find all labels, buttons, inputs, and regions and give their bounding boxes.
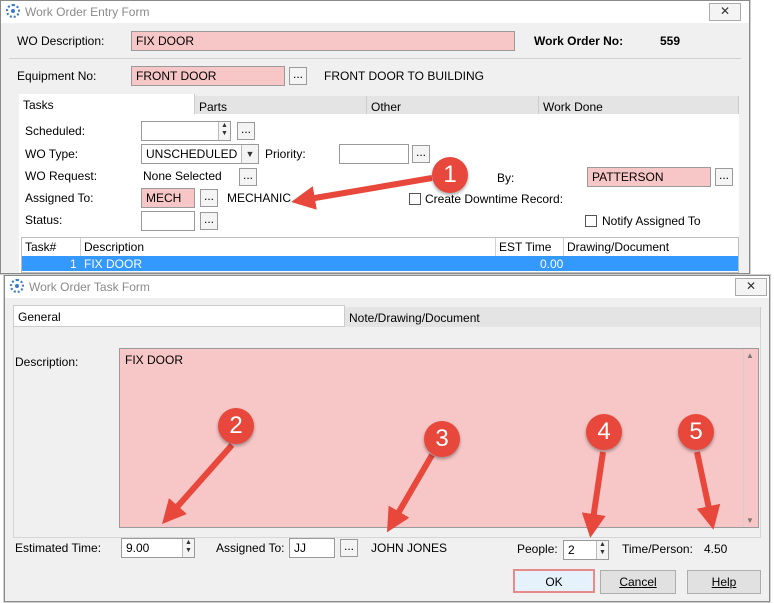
arrow-5: [694, 451, 721, 530]
annotation-marker-4: 4: [586, 414, 622, 450]
arrow-3: [386, 453, 435, 533]
arrow-2: [162, 443, 235, 524]
annotation-marker-2: 2: [218, 408, 254, 444]
annotation-marker-3: 3: [424, 421, 460, 457]
annotation-arrows: [162, 175, 721, 538]
arrow-1: [291, 175, 433, 210]
annotation-marker-5: 5: [678, 414, 714, 450]
annotation-marker-1: 1: [432, 157, 468, 193]
arrow-4: [581, 451, 606, 538]
